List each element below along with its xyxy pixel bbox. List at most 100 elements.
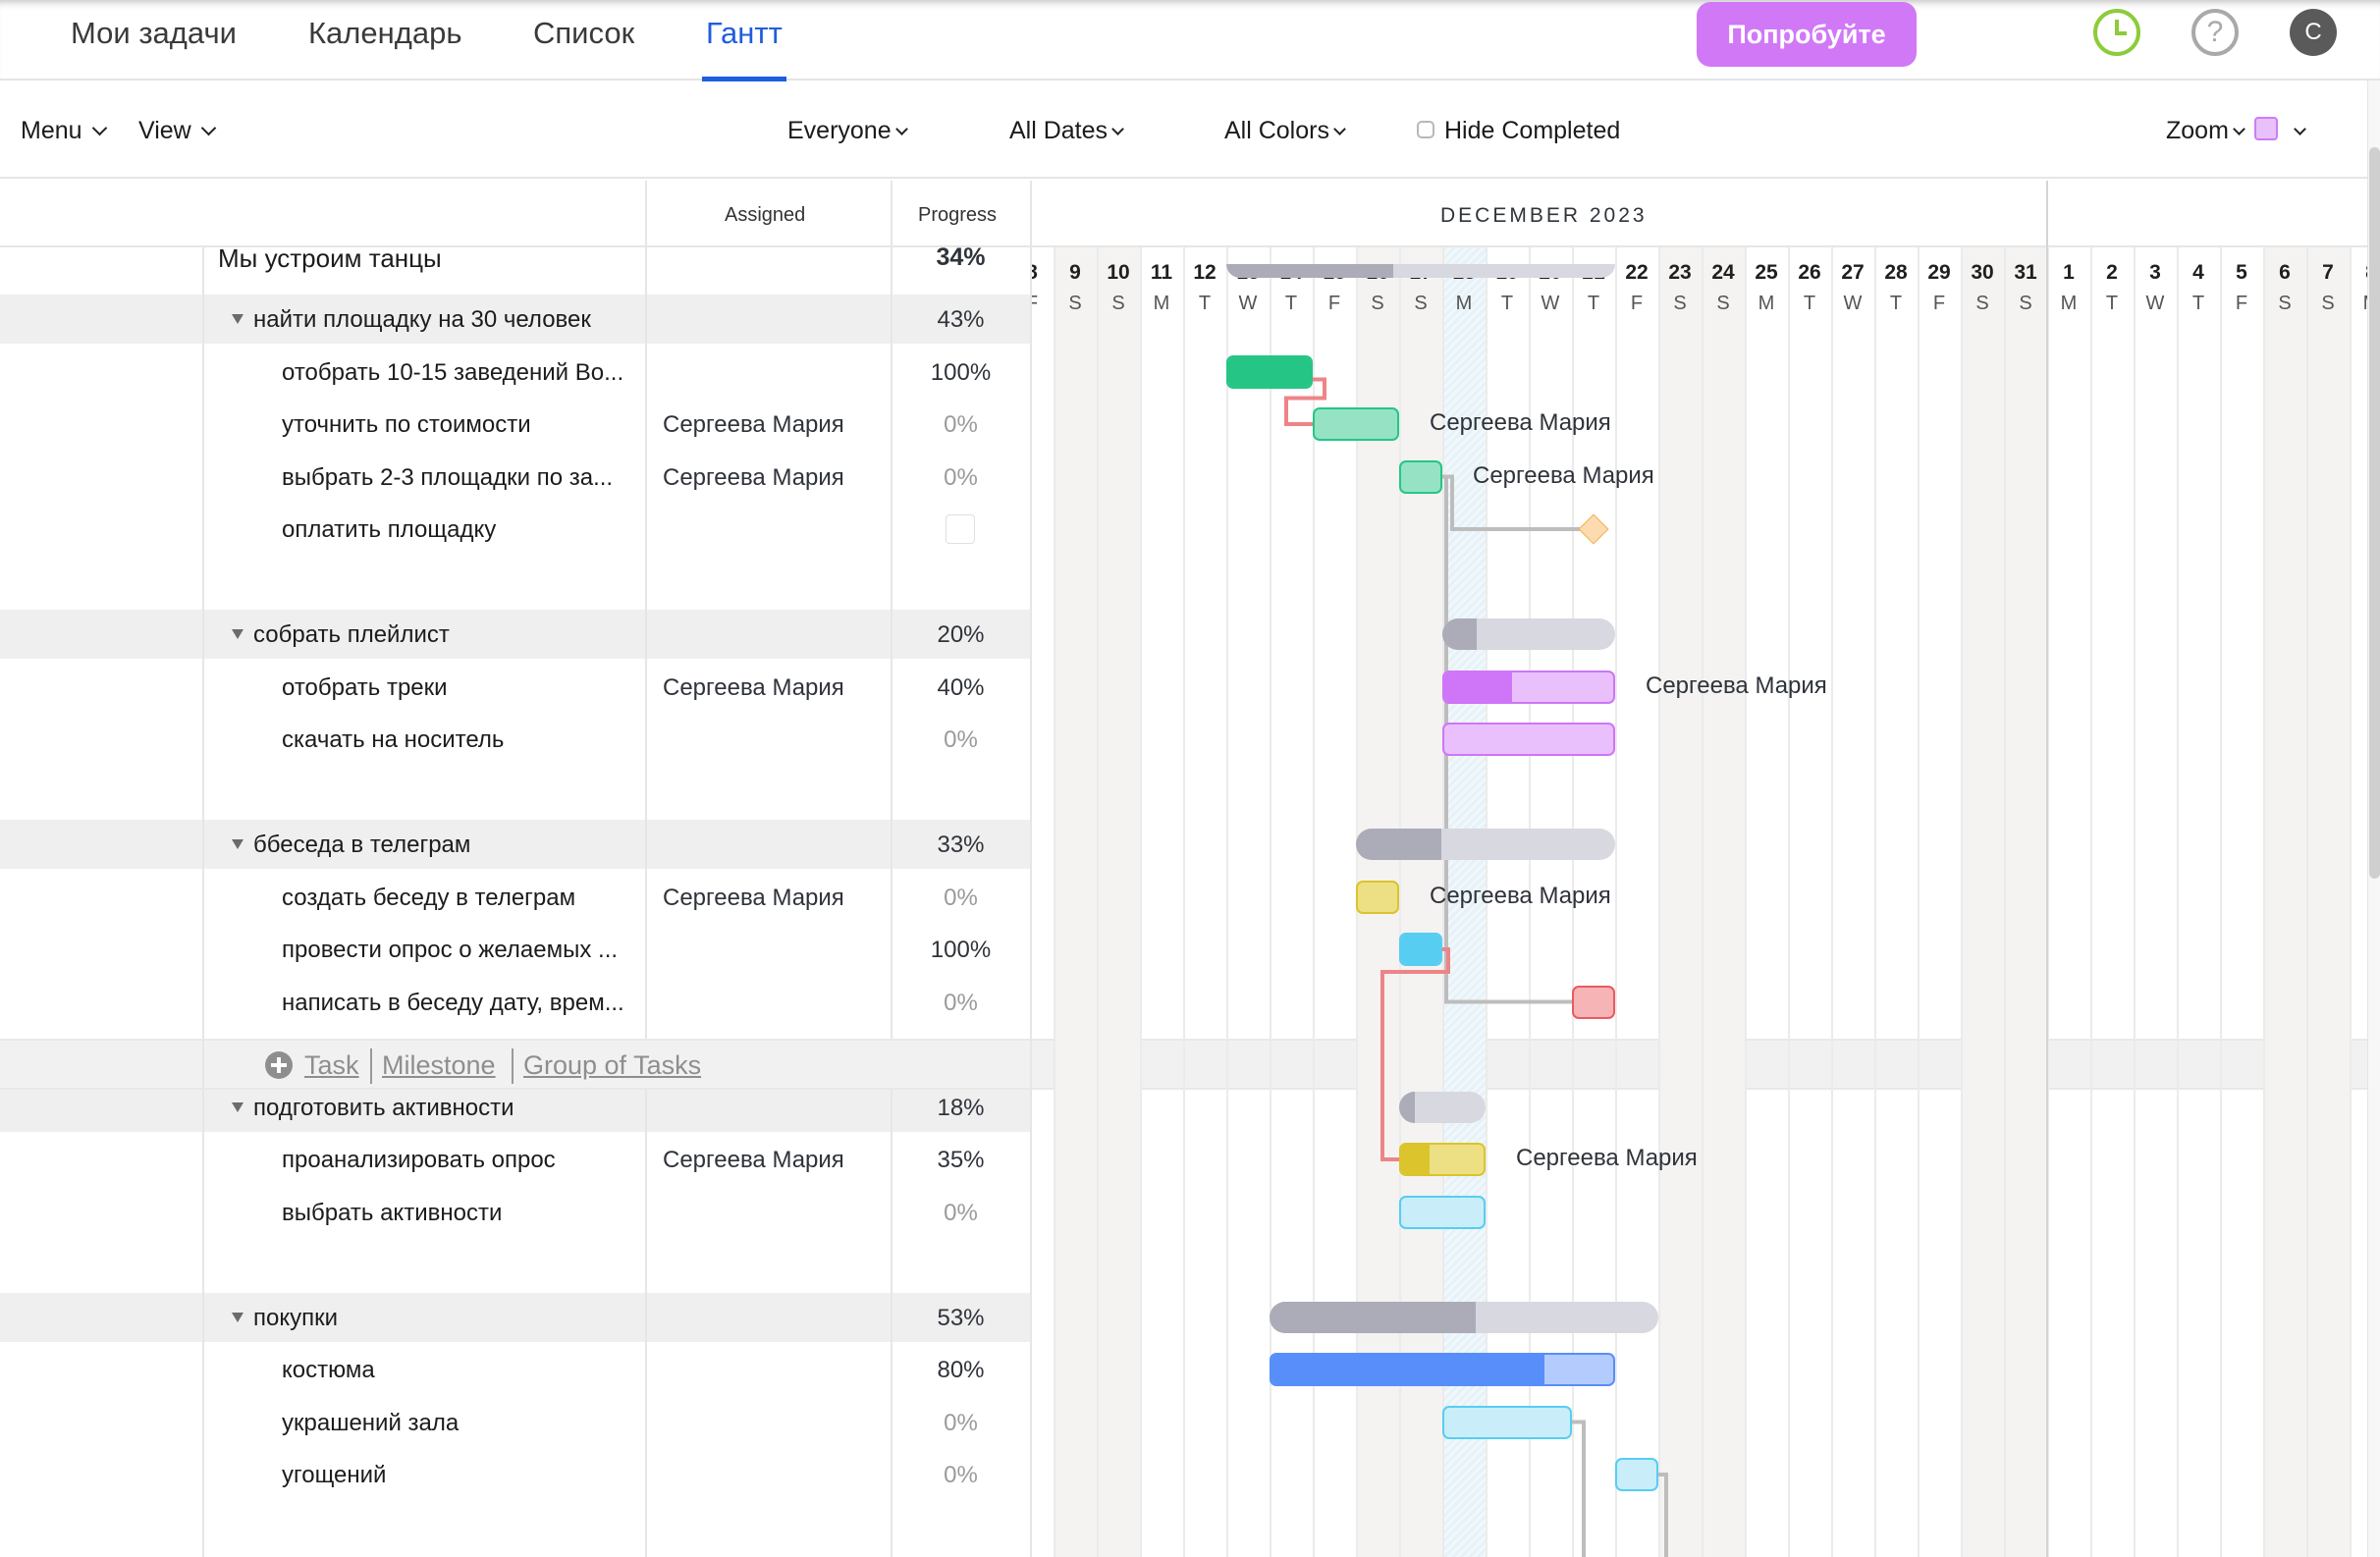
project-row[interactable]: Мы устроим танцы 34% — [0, 236, 1030, 283]
assigned-column-header[interactable]: Assigned — [725, 204, 805, 227]
collapse-triangle-icon[interactable] — [232, 629, 243, 639]
group-name[interactable]: ббеседа в телеграм — [232, 832, 470, 859]
task-bar[interactable] — [1226, 354, 1313, 389]
task-name[interactable]: уточнить по стоимости — [282, 411, 531, 439]
group-row[interactable]: ббеседа в телеграм 33% — [0, 820, 1030, 869]
task-name[interactable]: украшений зала — [282, 1410, 459, 1437]
task-name[interactable]: написать в беседу дату, врем... — [282, 990, 624, 1017]
help-icon[interactable]: ? — [2191, 9, 2239, 56]
task-row[interactable]: выбрать 2-3 площадки по за... Сергеева Ма… — [0, 453, 1030, 502]
clock-icon[interactable] — [2093, 9, 2140, 56]
task-name[interactable]: скачать на носитель — [282, 726, 504, 754]
assignee[interactable]: Сергеева Мария — [663, 411, 844, 439]
task-row[interactable]: отобрать треки Сергеева Мария 40% — [0, 663, 1030, 712]
project-name[interactable]: Мы устроим танцы — [218, 243, 442, 274]
hide-completed-checkbox[interactable] — [1417, 121, 1434, 139]
task-name[interactable]: оплатить площадку — [282, 516, 496, 544]
task-name[interactable]: провести опрос о желаемых ... — [282, 937, 618, 964]
group-row[interactable]: покупки 53% — [0, 1292, 1030, 1342]
tab-calendar[interactable]: Календарь — [308, 16, 461, 65]
progress-value: 40% — [937, 673, 985, 701]
group-row[interactable]: найти площадку на 30 человек 43% — [0, 295, 1030, 344]
everyone-filter[interactable]: Everyone — [787, 116, 908, 145]
task-row[interactable]: оплатить площадку — [0, 505, 1030, 554]
collapse-triangle-icon[interactable] — [232, 1312, 243, 1322]
task-row[interactable]: проанализировать опрос Сергеева Мария 35% — [0, 1135, 1030, 1184]
task-row[interactable]: угощений 0% — [0, 1450, 1030, 1499]
tab-list[interactable]: Список — [533, 16, 634, 65]
zoom-dropdown[interactable]: Zoom — [2166, 116, 2245, 145]
group-summary-bar[interactable] — [1270, 1301, 1658, 1333]
dependency-link[interactable] — [1572, 1420, 1586, 1557]
collapse-triangle-icon[interactable] — [232, 839, 243, 849]
group-name[interactable]: найти площадку на 30 человек — [232, 306, 591, 334]
tab-my-tasks[interactable]: Мои задачи — [71, 16, 237, 65]
group-name[interactable]: подготовить активности — [232, 1095, 514, 1122]
progress-value: 53% — [937, 1304, 985, 1331]
assignee[interactable]: Сергеева Мария — [663, 1147, 844, 1174]
group-summary-bar[interactable] — [1356, 829, 1615, 860]
task-row[interactable]: написать в беседу дату, врем... 0% — [0, 978, 1030, 1027]
task-name[interactable]: выбрать активности — [282, 1200, 502, 1227]
add-milestone-link[interactable]: Milestone — [382, 1050, 496, 1081]
task-bar[interactable] — [1399, 933, 1442, 966]
task-bar[interactable] — [1442, 723, 1615, 756]
dependency-link[interactable] — [1658, 1473, 1668, 1557]
dependency-link[interactable] — [1380, 947, 1450, 1161]
task-bar[interactable] — [1615, 1458, 1658, 1491]
task-name[interactable]: создать беседу в телеграм — [282, 885, 575, 912]
task-row[interactable]: скачать на носитель 0% — [0, 715, 1030, 764]
task-name[interactable]: угощений — [282, 1462, 386, 1489]
progress-column-header[interactable]: Progress — [918, 204, 997, 227]
view-dropdown[interactable]: View — [138, 116, 217, 145]
task-bar[interactable] — [1442, 1405, 1572, 1439]
hide-completed-toggle[interactable]: Hide Completed — [1417, 116, 1620, 145]
milestone-checkbox[interactable] — [946, 514, 975, 544]
task-row[interactable]: провести опрос о желаемых ... 100% — [0, 925, 1030, 974]
all-dates-filter[interactable]: All Dates — [1009, 116, 1124, 145]
collapse-triangle-icon[interactable] — [232, 1101, 243, 1112]
group-name[interactable]: покупки — [232, 1305, 338, 1332]
group-summary-bar[interactable] — [1399, 1091, 1486, 1123]
avatar[interactable]: С — [2290, 9, 2337, 56]
group-summary-bar[interactable] — [1226, 264, 1615, 278]
plus-circle-icon[interactable] — [265, 1051, 293, 1079]
separator — [370, 1048, 372, 1084]
menu-dropdown[interactable]: Menu — [21, 116, 107, 145]
task-row[interactable]: создать беседу в телеграм Сергеева Мария 0… — [0, 873, 1030, 922]
group-summary-bar[interactable] — [1442, 618, 1615, 650]
task-row[interactable]: уточнить по стоимости Сергеева Мария 0% — [0, 400, 1030, 449]
bar-assignee-label: Сергеева Мария — [1430, 882, 1611, 909]
add-group-link[interactable]: Group of Tasks — [523, 1050, 701, 1081]
task-bar[interactable] — [1572, 985, 1615, 1019]
task-row[interactable]: выбрать активности 0% — [0, 1188, 1030, 1237]
task-bar[interactable] — [1399, 459, 1442, 494]
task-name[interactable]: проанализировать опрос — [282, 1147, 556, 1174]
vertical-scrollbar-thumb[interactable] — [2369, 147, 2380, 879]
add-task-link[interactable]: Task — [304, 1050, 359, 1081]
task-name[interactable]: отобрать треки — [282, 674, 448, 702]
task-row[interactable]: украшений зала 0% — [0, 1398, 1030, 1447]
task-bar[interactable] — [1313, 407, 1399, 441]
try-premium-button[interactable]: Попробуйте Премиум — [1697, 2, 1917, 114]
group-name[interactable]: собрать плейлист — [232, 621, 450, 649]
assignee[interactable]: Сергеева Мария — [663, 885, 844, 912]
task-name[interactable]: выбрать 2-3 площадки по за... — [282, 464, 613, 492]
tab-gantt[interactable]: Гантт — [702, 16, 786, 81]
task-bar[interactable] — [1270, 1353, 1615, 1386]
task-row[interactable]: отобрать 10-15 заведений Во... 100% — [0, 348, 1030, 397]
task-bar[interactable] — [1399, 1195, 1486, 1229]
task-name[interactable]: отобрать 10-15 заведений Во... — [282, 359, 623, 387]
task-bar[interactable] — [1442, 670, 1615, 704]
task-row[interactable]: костюма 80% — [0, 1345, 1030, 1394]
assignee[interactable]: Сергеева Мария — [663, 464, 844, 492]
task-bar[interactable] — [1399, 1143, 1486, 1176]
group-row[interactable]: собрать плейлист 20% — [0, 610, 1030, 659]
color-picker-dropdown[interactable] — [2254, 116, 2306, 145]
group-row[interactable]: подготовить активности 18% — [0, 1082, 1030, 1132]
task-bar[interactable] — [1356, 880, 1399, 914]
task-name[interactable]: костюма — [282, 1357, 375, 1384]
assignee[interactable]: Сергеева Мария — [663, 674, 844, 702]
all-colors-filter[interactable]: All Colors — [1224, 116, 1346, 145]
collapse-triangle-icon[interactable] — [232, 314, 243, 324]
